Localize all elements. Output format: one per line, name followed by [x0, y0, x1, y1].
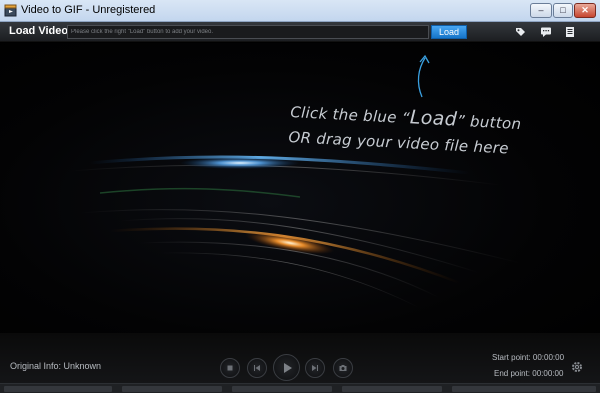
video-drop-area[interactable]: Click the blue “Load” button OR drag you…: [0, 43, 600, 333]
status-segment: [452, 386, 596, 392]
status-segment: [342, 386, 442, 392]
document-icon[interactable]: [564, 26, 576, 38]
play-icon: [283, 362, 292, 373]
start-point-label: Start point: 00:00:00: [492, 353, 565, 362]
load-video-label: Load Video:: [9, 25, 72, 37]
playback-controls-bar: Original Info: Unknown Start point: 00:0…: [0, 333, 600, 383]
upward-arrow-icon: [417, 54, 430, 98]
video-app-icon: [4, 4, 17, 17]
next-button[interactable]: [305, 358, 325, 378]
maximize-button[interactable]: □: [553, 3, 573, 18]
stop-icon: [227, 365, 233, 371]
load-toolbar: Load Video: Load: [0, 22, 600, 42]
original-info-label: Original Info: Unknown: [10, 361, 102, 371]
chat-icon[interactable]: [540, 26, 552, 38]
previous-button[interactable]: [247, 358, 267, 378]
stop-button[interactable]: [220, 358, 240, 378]
end-point-label: End point: 00:00:00: [494, 369, 564, 378]
status-segment: [122, 386, 222, 392]
status-strip: [0, 383, 600, 393]
decorative-light-streaks: [69, 155, 521, 309]
status-segment: [232, 386, 332, 392]
play-button[interactable]: [273, 354, 300, 381]
tag-icon[interactable]: [514, 26, 526, 38]
video-path-input[interactable]: [67, 25, 429, 39]
snapshot-button[interactable]: [333, 358, 353, 378]
close-button[interactable]: ✕: [574, 3, 596, 18]
gear-icon[interactable]: [570, 360, 584, 374]
window-title: Video to GIF - Unregistered: [21, 4, 156, 16]
title-bar: Video to GIF - Unregistered – □ ✕: [0, 0, 600, 22]
hint-load-word: Load: [409, 106, 458, 131]
load-button[interactable]: Load: [431, 25, 467, 39]
previous-icon: [254, 365, 260, 371]
minimize-button[interactable]: –: [530, 3, 552, 18]
hint-text-b: ” button: [456, 111, 522, 134]
next-icon: [312, 365, 318, 371]
snapshot-icon: [339, 365, 347, 371]
status-segment: [4, 386, 112, 392]
